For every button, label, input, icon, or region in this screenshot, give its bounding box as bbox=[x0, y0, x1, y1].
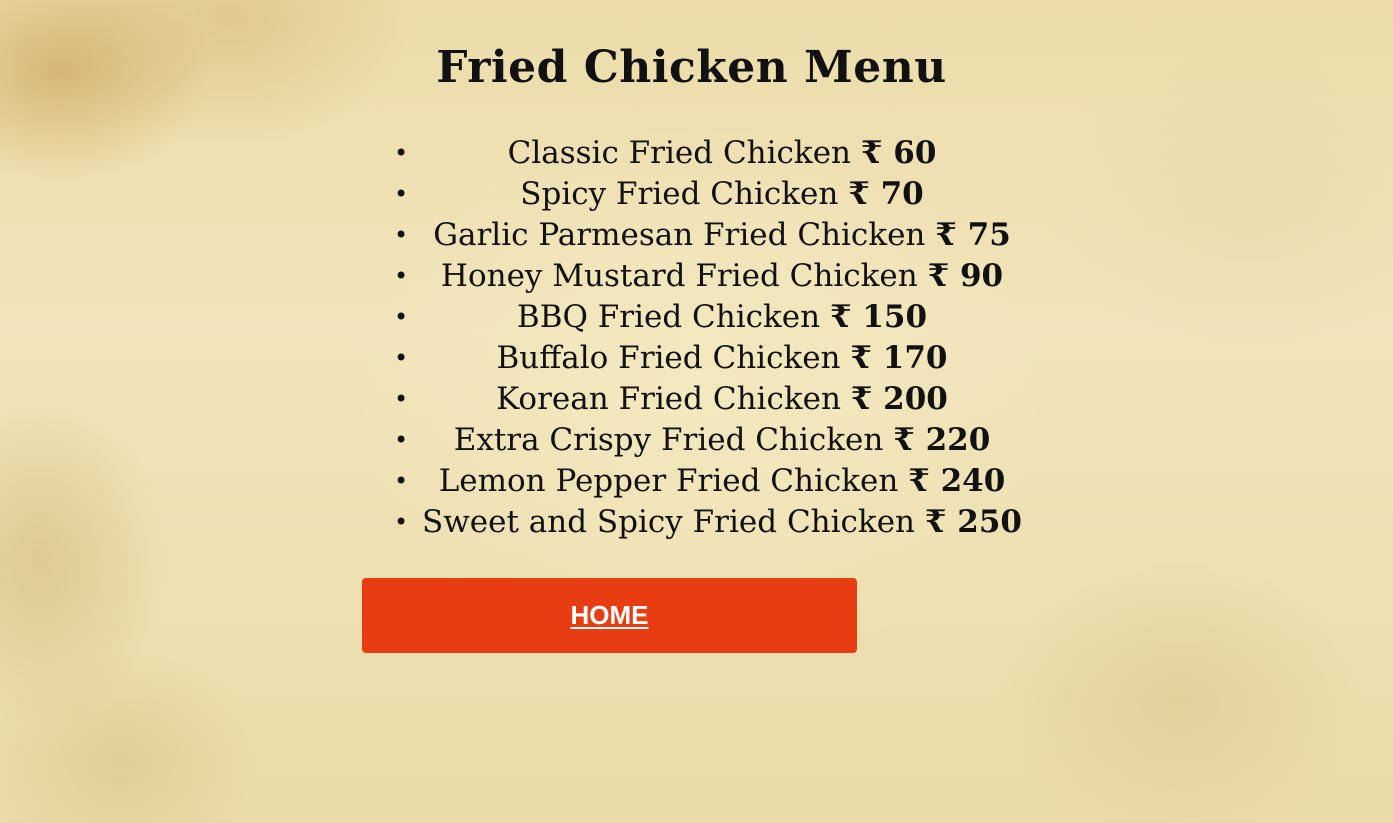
price-value: 200 bbox=[883, 381, 948, 417]
menu-item: • Lemon Pepper Fried Chicken ₹ 240 bbox=[382, 459, 1062, 500]
menu-item-text: Korean Fried Chicken ₹ 200 bbox=[422, 377, 1022, 421]
menu-item-text: BBQ Fried Chicken ₹ 150 bbox=[422, 295, 1022, 339]
bullet-icon: • bbox=[394, 139, 409, 167]
menu-item-price: ₹ 60 bbox=[861, 135, 937, 171]
menu-item: • BBQ Fried Chicken ₹ 150 bbox=[382, 295, 1062, 336]
menu-item-text: Extra Crispy Fried Chicken ₹ 220 bbox=[422, 418, 1022, 462]
price-value: 60 bbox=[893, 135, 937, 171]
bullet-icon: • bbox=[394, 426, 409, 454]
bullet-icon: • bbox=[394, 262, 409, 290]
bullet-icon: • bbox=[394, 180, 409, 208]
menu-item-name: Garlic Parmesan Fried Chicken bbox=[433, 217, 926, 253]
currency-symbol: ₹ bbox=[850, 381, 873, 417]
page-title: Fried Chicken Menu bbox=[436, 42, 947, 93]
price-value: 90 bbox=[959, 258, 1004, 294]
menu-item-name: Buffalo Fried Chicken bbox=[496, 340, 841, 376]
menu-item-name: Honey Mustard Fried Chicken bbox=[440, 258, 918, 294]
currency-symbol: ₹ bbox=[850, 340, 872, 376]
menu-item-name: Lemon Pepper Fried Chicken bbox=[438, 463, 899, 499]
menu-item-text: Honey Mustard Fried Chicken ₹ 90 bbox=[422, 254, 1022, 298]
menu-item-text: Buffalo Fried Chicken ₹ 170 bbox=[422, 336, 1022, 380]
currency-symbol: ₹ bbox=[829, 299, 852, 335]
price-value: 170 bbox=[882, 340, 948, 376]
menu-item-text: Sweet and Spicy Fried Chicken ₹ 250 bbox=[422, 500, 1022, 544]
currency-symbol: ₹ bbox=[924, 504, 947, 540]
home-link[interactable]: HOME bbox=[571, 600, 649, 631]
currency-symbol: ₹ bbox=[848, 176, 870, 212]
price-value: 75 bbox=[967, 217, 1011, 253]
menu-list: • Classic Fried Chicken ₹ 60 • Spicy Fri… bbox=[382, 131, 1062, 541]
menu-item: • Buffalo Fried Chicken ₹ 170 bbox=[382, 336, 1062, 377]
currency-symbol: ₹ bbox=[927, 258, 950, 294]
bullet-icon: • bbox=[394, 221, 409, 249]
bullet-icon: • bbox=[394, 385, 409, 413]
menu-item: • Garlic Parmesan Fried Chicken ₹ 75 bbox=[382, 213, 1062, 254]
currency-symbol: ₹ bbox=[908, 463, 930, 499]
currency-symbol: ₹ bbox=[893, 422, 915, 458]
menu-item-price: ₹ 170 bbox=[850, 340, 947, 376]
bullet-icon: • bbox=[394, 467, 409, 495]
currency-symbol: ₹ bbox=[860, 135, 883, 171]
menu-item-price: ₹ 240 bbox=[908, 463, 1005, 499]
price-value: 220 bbox=[925, 422, 991, 458]
menu-item-price: ₹ 75 bbox=[935, 217, 1011, 253]
menu-page: Fried Chicken Menu • Classic Fried Chick… bbox=[0, 0, 1393, 823]
menu-item-name: Extra Crispy Fried Chicken bbox=[453, 422, 884, 458]
menu-item: • Sweet and Spicy Fried Chicken ₹ 250 bbox=[382, 500, 1062, 541]
menu-item-name: Spicy Fried Chicken bbox=[520, 176, 839, 212]
menu-item-name: Sweet and Spicy Fried Chicken bbox=[422, 504, 916, 540]
currency-symbol: ₹ bbox=[935, 217, 957, 253]
menu-item: • Korean Fried Chicken ₹ 200 bbox=[382, 377, 1062, 418]
menu-item-text: Garlic Parmesan Fried Chicken ₹ 75 bbox=[422, 213, 1022, 257]
bullet-icon: • bbox=[394, 508, 409, 536]
menu-item: • Spicy Fried Chicken ₹ 70 bbox=[382, 172, 1062, 213]
menu-item-text: Spicy Fried Chicken ₹ 70 bbox=[422, 172, 1022, 216]
bullet-icon: • bbox=[394, 303, 409, 331]
menu-item-name: Korean Fried Chicken bbox=[496, 381, 841, 417]
menu-item-price: ₹ 70 bbox=[848, 176, 924, 212]
price-value: 150 bbox=[862, 299, 928, 335]
price-value: 70 bbox=[880, 176, 924, 212]
price-value: 240 bbox=[940, 463, 1006, 499]
menu-item-price: ₹ 90 bbox=[928, 258, 1004, 294]
menu-item-name: Classic Fried Chicken bbox=[507, 135, 852, 171]
bullet-icon: • bbox=[394, 344, 409, 372]
menu-item-price: ₹ 250 bbox=[925, 504, 1022, 540]
home-button[interactable]: HOME bbox=[362, 578, 857, 653]
menu-item-text: Classic Fried Chicken ₹ 60 bbox=[422, 131, 1022, 175]
menu-item: • Extra Crispy Fried Chicken ₹ 220 bbox=[382, 418, 1062, 459]
menu-item: • Honey Mustard Fried Chicken ₹ 90 bbox=[382, 254, 1062, 295]
menu-item-name: BBQ Fried Chicken bbox=[516, 299, 821, 335]
menu-item-price: ₹ 200 bbox=[851, 381, 948, 417]
menu-item-text: Lemon Pepper Fried Chicken ₹ 240 bbox=[422, 459, 1022, 503]
menu-item-price: ₹ 220 bbox=[893, 422, 990, 458]
menu-item: • Classic Fried Chicken ₹ 60 bbox=[382, 131, 1062, 172]
price-value: 250 bbox=[957, 504, 1022, 540]
menu-item-price: ₹ 150 bbox=[830, 299, 927, 335]
